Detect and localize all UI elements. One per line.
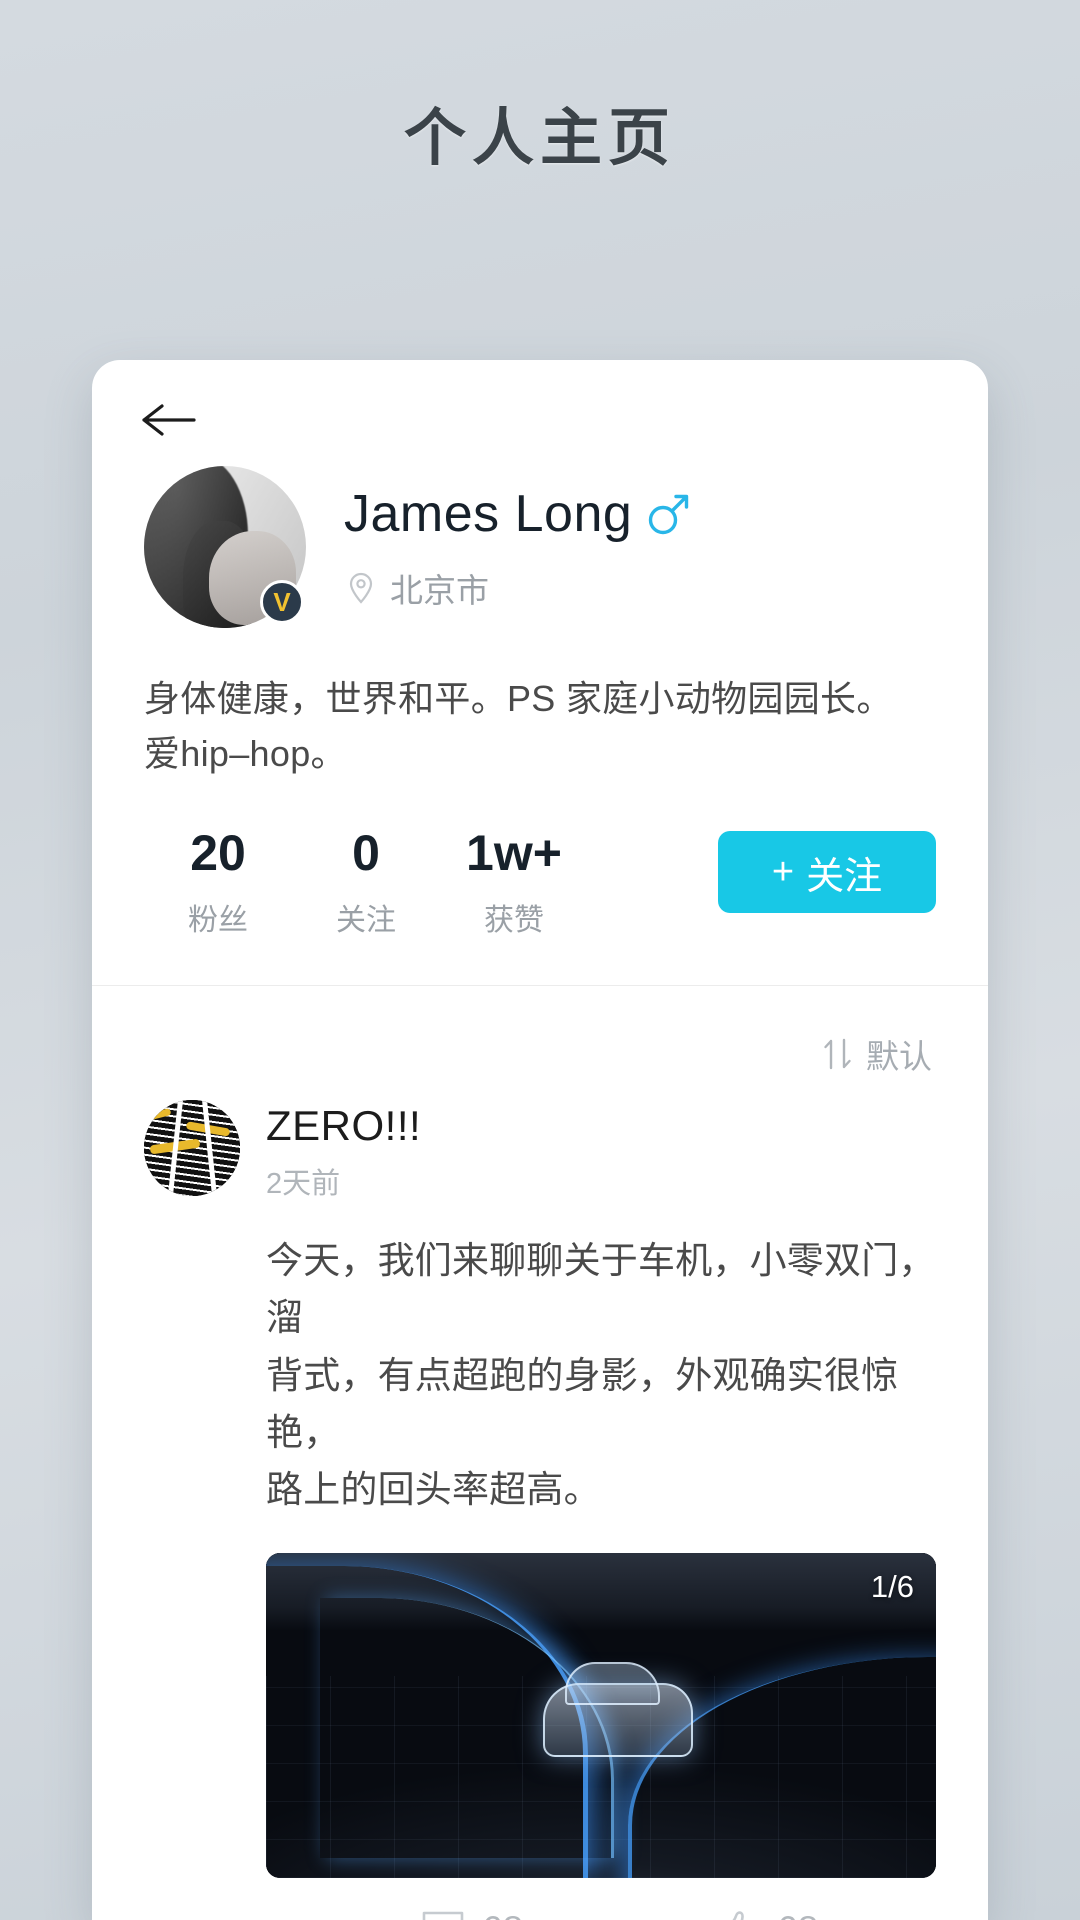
like-action[interactable]: 68 [715, 1908, 818, 1920]
stat-following-value: 0 [352, 825, 380, 882]
stat-following[interactable]: 0 关注 [292, 825, 440, 939]
name-row: James Long [344, 484, 690, 544]
bio-line-2: 爱hip–hop。 [144, 732, 347, 774]
verified-badge: V [260, 580, 304, 624]
profile-card: V James Long 北京市 身体健康，世界和平。PS 家庭小动物园园长。 … [92, 360, 988, 1920]
post-body-line-1: 今天，我们来聊聊关于车机，小零双门，溜 [266, 1239, 936, 1339]
stats-row: 20 粉丝 0 关注 1w+ 获赞 + 关注 [144, 825, 936, 985]
location-text: 北京市 [390, 572, 489, 609]
comment-action[interactable]: 68 [420, 1908, 523, 1920]
location-row: 北京市 [344, 564, 690, 612]
stat-fans-label: 粉丝 [188, 903, 248, 937]
post-author-avatar[interactable] [144, 1099, 240, 1196]
post-timestamp: 2天前 [266, 1167, 341, 1200]
post-actions: 68 68 [92, 1878, 988, 1920]
bio-line-1: 身体健康，世界和平。PS 家庭小动物园园长。 [144, 678, 893, 719]
thumbs-up-icon[interactable] [715, 1908, 761, 1920]
location-pin-icon [349, 572, 373, 604]
user-name: James Long [344, 485, 633, 543]
post-media-image[interactable]: 1/6 [266, 1552, 936, 1878]
like-count: 68 [777, 1909, 818, 1920]
media-counter: 1/6 [870, 1568, 914, 1604]
sort-label: 默认 [866, 1037, 932, 1075]
sort-arrows-icon[interactable] [822, 1037, 854, 1071]
post-body-line-2: 背式，有点超跑的身影，外观确实很惊艳， [266, 1354, 899, 1453]
follow-button[interactable]: + 关注 [718, 831, 936, 914]
page-title: 个人主页 [403, 104, 676, 173]
profile-section: V James Long 北京市 身体健康，世界和平。PS 家庭小动物园园长。 … [92, 440, 988, 985]
stat-likes-label: 获赞 [484, 903, 544, 937]
avatar[interactable]: V [144, 466, 306, 628]
post-body-line-3: 路上的回头率超高。 [266, 1469, 601, 1511]
back-bar [92, 360, 988, 440]
post-author-name[interactable]: ZERO!!! [266, 1102, 421, 1150]
post-item: ZERO!!! 2天前 今天，我们来聊聊关于车机，小零双门，溜 背式，有点超跑的… [92, 1099, 988, 1878]
comment-bubble-icon[interactable] [420, 1908, 466, 1920]
follow-button-label: 关注 [806, 855, 883, 898]
stat-likes-value: 1w+ [466, 825, 562, 882]
follow-plus-icon: + [771, 850, 795, 893]
stat-fans-value: 20 [190, 825, 246, 882]
sort-row[interactable]: 默认 [92, 986, 988, 1100]
stat-likes[interactable]: 1w+ 获赞 [440, 825, 588, 939]
profile-bio: 身体健康，世界和平。PS 家庭小动物园园长。 爱hip–hop。 [144, 672, 936, 781]
comment-count: 68 [482, 1909, 523, 1920]
male-gender-icon [649, 494, 689, 535]
arrow-left-icon[interactable] [140, 400, 196, 440]
post-body: 今天，我们来聊聊关于车机，小零双门，溜 背式，有点超跑的身影，外观确实很惊艳， … [266, 1232, 936, 1519]
stat-following-label: 关注 [336, 903, 396, 937]
stat-fans[interactable]: 20 粉丝 [144, 825, 292, 939]
